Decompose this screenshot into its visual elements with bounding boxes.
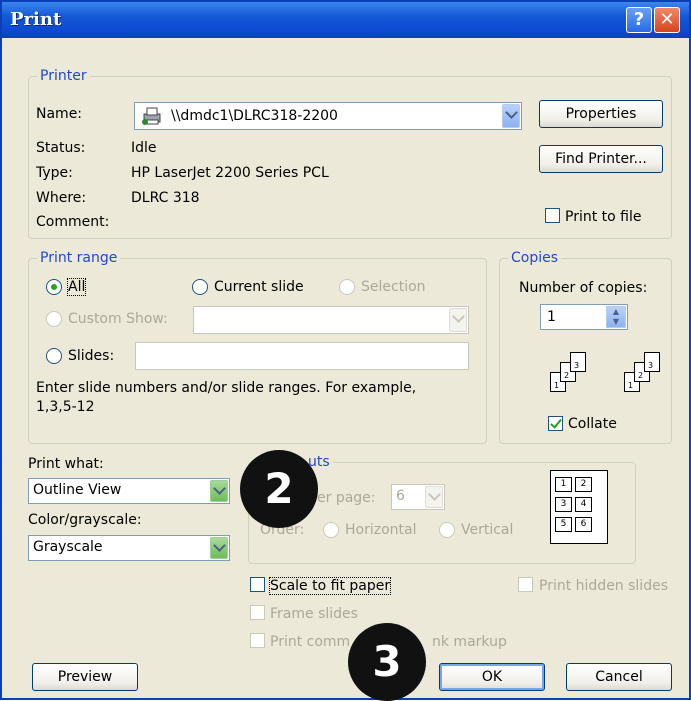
close-icon[interactable]: ✕ <box>654 7 680 33</box>
print-range-legend: Print range <box>37 250 121 266</box>
order-vertical-label: Vertical <box>461 522 514 538</box>
print-comments-checkbox[interactable] <box>250 633 265 648</box>
copies-number-value: 1 <box>547 309 556 325</box>
copies-number-label: Number of copies: <box>519 280 648 296</box>
color-value: Grayscale <box>33 539 103 555</box>
properties-button[interactable]: Properties <box>539 100 663 128</box>
range-custom-show-radio[interactable] <box>46 311 62 327</box>
print-to-file-label: Print to file <box>565 209 642 225</box>
printer-icon <box>141 106 163 126</box>
print-what-value: Outline View <box>33 482 122 498</box>
range-current-slide-label: Current slide <box>214 279 304 295</box>
scale-to-fit-label: Scale to fit paper <box>268 577 392 595</box>
scale-to-fit-checkbox[interactable] <box>250 577 265 592</box>
frame-slides-checkbox[interactable] <box>250 605 265 620</box>
range-hint-example: 1,3,5-12 <box>36 399 95 415</box>
print-comments-label-start: Print comm <box>270 634 351 650</box>
color-label: Color/grayscale: <box>28 512 142 528</box>
range-slides-label: Slides: <box>68 348 115 364</box>
chevron-down-icon[interactable] <box>425 486 443 508</box>
preview-button[interactable]: Preview <box>32 663 138 691</box>
frame-slides-label: Frame slides <box>270 606 358 622</box>
printer-legend: Printer <box>37 68 90 84</box>
slides-per-page-value: 6 <box>396 488 405 504</box>
range-all-radio[interactable] <box>46 279 62 295</box>
print-hidden-checkbox[interactable] <box>518 577 533 592</box>
range-current-slide-radio[interactable] <box>192 279 208 295</box>
print-what-select[interactable]: Outline View <box>28 478 230 504</box>
slides-input[interactable] <box>135 342 469 370</box>
step-2-badge: 2 <box>240 450 318 528</box>
print-hidden-label: Print hidden slides <box>539 578 668 594</box>
range-slides-radio[interactable] <box>46 348 62 364</box>
order-horizontal-radio[interactable] <box>323 522 339 538</box>
copies-number-input[interactable]: 1 ▲ ▼ <box>540 304 628 330</box>
comment-label: Comment: <box>36 214 110 230</box>
range-selection-radio[interactable] <box>339 279 355 295</box>
range-hint: Enter slide numbers and/or slide ranges.… <box>36 380 417 396</box>
help-icon[interactable]: ? <box>626 7 652 33</box>
collate-label: Collate <box>568 416 617 432</box>
range-selection-label: Selection <box>361 279 426 295</box>
slides-per-page-label: er page: <box>317 490 376 506</box>
name-label: Name: <box>36 106 83 122</box>
print-comments-label-end: nk markup <box>432 634 507 650</box>
print-what-label: Print what: <box>28 456 104 472</box>
status-value: Idle <box>131 140 157 156</box>
order-horizontal-label: Horizontal <box>345 522 417 538</box>
printer-name-select[interactable]: \\dmdc1\DLRC318-2200 <box>134 102 522 130</box>
status-label: Status: <box>36 140 86 156</box>
custom-show-select[interactable] <box>193 306 469 334</box>
collate-checkbox[interactable] <box>548 416 563 431</box>
order-vertical-radio[interactable] <box>439 522 455 538</box>
range-custom-show-label: Custom Show: <box>68 311 168 327</box>
chevron-down-icon[interactable] <box>449 308 467 332</box>
print-to-file-checkbox[interactable] <box>545 208 560 223</box>
range-all-label: All <box>66 278 87 296</box>
chevron-down-icon[interactable] <box>210 537 228 559</box>
type-label: Type: <box>36 165 73 181</box>
copies-legend: Copies <box>508 250 562 266</box>
color-select[interactable]: Grayscale <box>28 535 230 561</box>
title-bar: Print ? ✕ <box>2 2 689 38</box>
where-value: DLRC 318 <box>131 190 200 206</box>
ok-button[interactable]: OK <box>439 663 545 691</box>
cancel-button[interactable]: Cancel <box>566 663 672 691</box>
type-value: HP LaserJet 2200 Series PCL <box>131 165 329 181</box>
dialog-title: Print <box>10 9 62 30</box>
chevron-down-icon[interactable] <box>210 480 228 502</box>
print-dialog: Print ? ✕ Printer Name: \\dmdc1\DLRC318-… <box>0 0 691 701</box>
step-3-badge: 3 <box>348 623 426 701</box>
find-printer-button[interactable]: Find Printer... <box>539 145 663 173</box>
printer-name-value: \\dmdc1\DLRC318-2200 <box>171 108 338 124</box>
chevron-down-icon[interactable] <box>502 104 520 128</box>
slides-per-page-select[interactable]: 6 <box>391 484 445 510</box>
where-label: Where: <box>36 190 87 206</box>
copies-spinner[interactable]: ▲ ▼ <box>606 306 626 328</box>
handout-preview: 1 2 3 4 5 6 <box>550 470 608 544</box>
